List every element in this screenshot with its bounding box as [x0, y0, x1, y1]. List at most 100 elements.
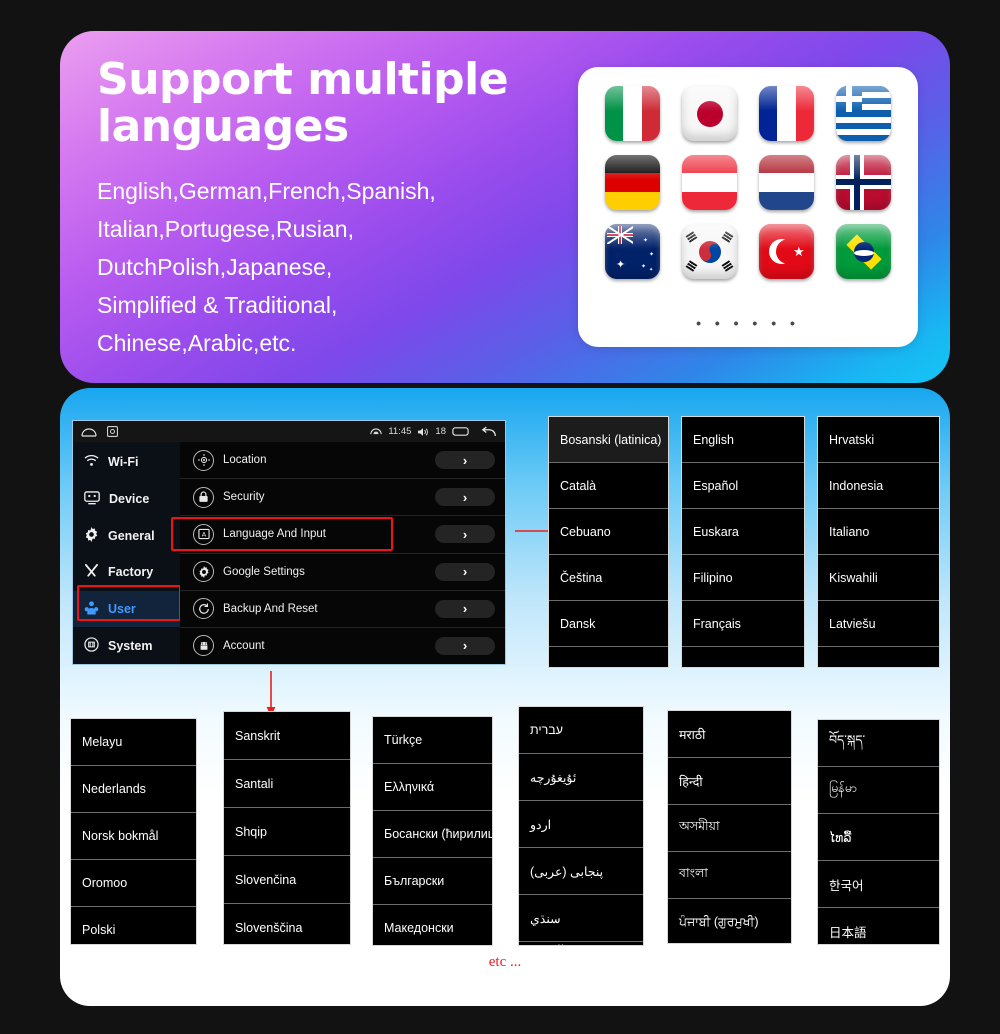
- language-column-9[interactable]: བོད་སྐད་ မြန်မာ ໄທລື້ 한국어 日本語: [817, 719, 940, 945]
- language-list-item[interactable]: 日本語: [818, 908, 939, 944]
- sidebar-item-wifi[interactable]: Wi-Fi: [73, 444, 180, 481]
- menu-item-location[interactable]: Location ›: [180, 442, 505, 480]
- language-list-item[interactable]: Shqip: [224, 808, 350, 856]
- language-list-item[interactable]: Bosanski (latinica): [549, 417, 668, 463]
- language-list-item[interactable]: Босански (ћирилица): [373, 811, 492, 858]
- menu-item-security[interactable]: Security ›: [180, 479, 505, 517]
- language-list-item[interactable]: Euskara: [682, 509, 804, 555]
- menu-item-account[interactable]: Account ›: [180, 628, 505, 664]
- language-list-item[interactable]: Türkçe: [373, 717, 492, 764]
- language-column-5[interactable]: Sanskrit Santali Shqip Slovenčina Sloven…: [223, 711, 351, 945]
- language-list-item[interactable]: سنڌي: [519, 895, 643, 942]
- sidebar-item-system[interactable]: System: [73, 627, 180, 664]
- backup-icon: [193, 598, 214, 620]
- sidebar-item-user[interactable]: User: [73, 590, 180, 628]
- language-list-item[interactable]: हिन्दी: [668, 758, 791, 805]
- flag-netherlands-icon: [759, 155, 814, 210]
- sidebar-item-label: System: [108, 638, 153, 653]
- language-column-6[interactable]: Türkçe Ελληνικά Босански (ћирилица) Бълг…: [372, 716, 493, 946]
- flags-grid: ✦ ✦ ✦ ✦ ✦ ★: [598, 86, 898, 279]
- home-icon[interactable]: [81, 427, 97, 437]
- flag-brazil-icon: [836, 224, 891, 279]
- language-list-item[interactable]: Македонски: [373, 905, 492, 945]
- language-list-item[interactable]: Ελληνικά: [373, 764, 492, 811]
- language-list-item[interactable]: Hrvatski: [818, 417, 939, 463]
- system-icon: [84, 637, 99, 655]
- language-list-item[interactable]: Oromoo: [71, 860, 196, 907]
- language-list-item[interactable]: Français: [682, 601, 804, 647]
- menu-item-google-settings[interactable]: Google Settings ›: [180, 554, 505, 591]
- language-list-item[interactable]: Polski: [71, 907, 196, 944]
- language-list-item[interactable]: Melayu: [71, 719, 196, 766]
- language-list-item[interactable]: اردو: [519, 801, 643, 848]
- settings-sidebar: Wi-Fi Device General Factory User System: [73, 442, 181, 664]
- language-list-item[interactable]: Sanskrit: [224, 712, 350, 760]
- apps-icon[interactable]: [107, 426, 118, 437]
- language-list-item[interactable]: Latviešu: [818, 601, 939, 647]
- language-list-item[interactable]: Български: [373, 858, 492, 905]
- sidebar-item-label: User: [108, 602, 136, 617]
- chevron-right-icon[interactable]: ›: [435, 599, 495, 618]
- language-list-item[interactable]: ئۇيغۇرچە: [519, 754, 643, 801]
- chevron-right-icon[interactable]: ›: [435, 525, 495, 544]
- language-list-item[interactable]: Español: [682, 463, 804, 509]
- language-list-item[interactable]: Dansk: [549, 601, 668, 647]
- menu-item-backup-and-reset[interactable]: Backup And Reset ›: [180, 591, 505, 628]
- chevron-right-icon[interactable]: ›: [435, 636, 495, 655]
- language-list-item[interactable]: Filipino: [682, 555, 804, 601]
- back-icon[interactable]: [481, 426, 497, 438]
- language-list-item-partial[interactable]: [549, 647, 668, 667]
- language-list-item[interactable]: Català: [549, 463, 668, 509]
- language-list-item[interactable]: ਪੰਜਾਬੀ (ਗੁਰਮੁਖੀ): [668, 899, 791, 943]
- language-list-item[interactable]: Norsk bokmål: [71, 813, 196, 860]
- language-list-item[interactable]: བོད་སྐད་: [818, 720, 939, 767]
- bluetooth-icon: [370, 427, 383, 436]
- sidebar-item-device[interactable]: Device: [73, 481, 180, 518]
- sidebar-item-factory[interactable]: Factory: [73, 554, 180, 591]
- language-list-item[interactable]: Kiswahili: [818, 555, 939, 601]
- android-settings-screenshot: 11:45 18 Wi-Fi Device General Factory Us…: [72, 420, 506, 665]
- menu-item-language-and-input[interactable]: A Language And Input ›: [171, 516, 505, 554]
- language-list-item[interactable]: پنجابی (عربی): [519, 848, 643, 895]
- tools-icon: [84, 563, 99, 581]
- language-list-item-partial[interactable]: [682, 647, 804, 667]
- hero-text-block: Support multiple languages English,Germa…: [97, 56, 567, 362]
- language-list-item[interactable]: Indonesia: [818, 463, 939, 509]
- language-list-item[interactable]: বাংলা: [668, 852, 791, 899]
- language-column-2[interactable]: English Español Euskara Filipino Françai…: [681, 416, 805, 668]
- menu-item-label: Backup And Reset: [223, 602, 318, 615]
- language-list-item[interactable]: 한국어: [818, 861, 939, 908]
- language-list-item[interactable]: मराठी: [668, 711, 791, 758]
- language-list-item[interactable]: Santali: [224, 760, 350, 808]
- chevron-right-icon[interactable]: ›: [435, 562, 495, 581]
- gear-icon: [84, 526, 99, 545]
- language-list-item[interactable]: Slovenščina: [224, 904, 350, 944]
- language-list-item-partial[interactable]: [818, 647, 939, 667]
- language-list-item[interactable]: Italiano: [818, 509, 939, 555]
- language-list-item[interactable]: অসমীয়া: [668, 805, 791, 852]
- sidebar-item-general[interactable]: General: [73, 517, 180, 554]
- etc-label: etc ...: [488, 954, 522, 970]
- language-list-item[interactable]: Cebuano: [549, 509, 668, 555]
- language-list-item[interactable]: English: [682, 417, 804, 463]
- sidebar-item-label: General: [108, 528, 155, 543]
- language-list-item[interactable]: Slovenčina: [224, 856, 350, 904]
- language-list-item[interactable]: Nederlands: [71, 766, 196, 813]
- language-column-7[interactable]: עברית ئۇيغۇرچە اردو پنجابی (عربی) سنڌي ا…: [518, 706, 644, 946]
- chevron-right-icon[interactable]: ›: [435, 488, 495, 507]
- language-column-8[interactable]: मराठी हिन्दी অসমীয়া বাংলা ਪੰਜਾਬੀ (ਗੁਰਮੁ…: [667, 710, 792, 944]
- chevron-right-icon[interactable]: ›: [435, 451, 495, 470]
- language-column-4[interactable]: Melayu Nederlands Norsk bokmål Oromoo Po…: [70, 718, 197, 945]
- language-column-3[interactable]: Hrvatski Indonesia Italiano Kiswahili La…: [817, 416, 940, 668]
- recents-icon[interactable]: [452, 426, 469, 437]
- language-list-item[interactable]: Čeština: [549, 555, 668, 601]
- language-column-1[interactable]: Bosanski (latinica) Català Cebuano Češti…: [548, 416, 669, 668]
- flag-greece-icon: [836, 86, 891, 141]
- language-list-item-partial[interactable]: العربية: [519, 942, 643, 945]
- volume-icon[interactable]: [417, 427, 429, 437]
- language-list-item[interactable]: မြန်မာ: [818, 767, 939, 814]
- device-icon: [84, 490, 100, 508]
- language-list-item[interactable]: עברית: [519, 707, 643, 754]
- lock-icon: [193, 486, 214, 508]
- language-list-item[interactable]: ໄທລື້: [818, 814, 939, 861]
